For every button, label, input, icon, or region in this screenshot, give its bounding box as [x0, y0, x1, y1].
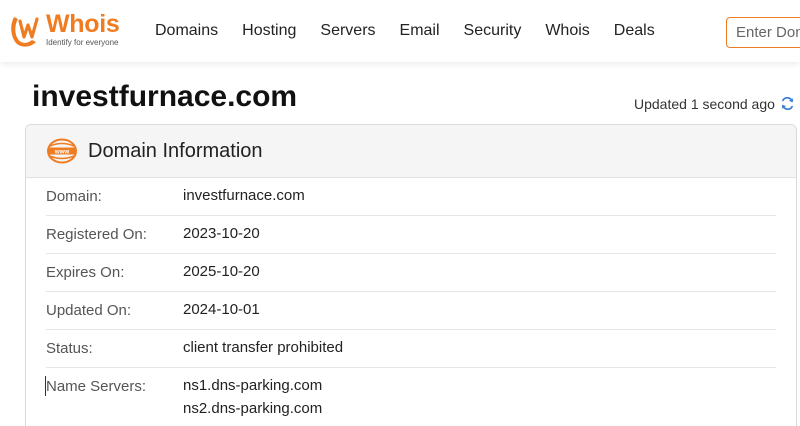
card-header: www Domain Information — [26, 125, 796, 178]
row-value: investfurnace.com — [183, 187, 305, 204]
nav-item-hosting[interactable]: Hosting — [242, 22, 296, 40]
row-label: Registered On: — [46, 226, 147, 243]
logo-tagline: Identify for everyone — [46, 38, 119, 47]
nav-item-whois[interactable]: Whois — [545, 22, 589, 40]
nav-item-security[interactable]: Security — [464, 22, 522, 40]
top-navbar: Whois Identify for everyone Domains Host… — [0, 0, 800, 62]
name-server-1: ns1.dns-parking.com — [183, 377, 323, 394]
svg-text:www: www — [54, 148, 70, 155]
row-value: 2023-10-20 — [183, 225, 260, 242]
row-value: client transfer prohibited — [183, 339, 344, 356]
row-label: Name Servers: — [46, 378, 147, 395]
info-row-domain: Domain: investfurnace.com — [46, 178, 776, 216]
page-title: investfurnace.com — [32, 80, 298, 113]
info-row-status: Status: client transfer prohibited — [46, 330, 776, 368]
card-title: Domain Information — [88, 139, 263, 162]
row-value: 2025-10-20 — [183, 263, 260, 280]
last-updated: Updated 1 second ago — [634, 95, 796, 112]
domain-info-card: www Domain Information Domain: investfur… — [25, 124, 797, 426]
nav-item-email[interactable]: Email — [400, 22, 440, 40]
refresh-icon[interactable] — [779, 95, 796, 112]
info-row-expires: Expires On: 2025-10-20 — [46, 254, 776, 292]
domain-search-input[interactable] — [726, 17, 800, 48]
row-value: 2024-10-01 — [183, 301, 260, 318]
row-label: Status: — [46, 340, 93, 357]
row-value: ns1.dns-parking.com ns2.dns-parking.com — [183, 374, 322, 420]
logo-mark-icon — [11, 17, 39, 47]
row-label: Domain: — [46, 188, 102, 205]
name-server-2: ns2.dns-parking.com — [183, 400, 323, 417]
main-nav: Domains Hosting Servers Email Security W… — [155, 0, 679, 62]
site-logo[interactable]: Whois Identify for everyone — [8, 11, 132, 51]
info-row-updated: Updated On: 2024-10-01 — [46, 292, 776, 330]
nav-item-deals[interactable]: Deals — [614, 22, 655, 40]
www-globe-icon: www — [47, 138, 77, 164]
info-row-registered: Registered On: 2023-10-20 — [46, 216, 776, 254]
last-updated-text: Updated 1 second ago — [634, 95, 775, 112]
logo-wordmark: Whois — [46, 10, 120, 38]
nav-item-servers[interactable]: Servers — [320, 22, 375, 40]
nav-item-domains[interactable]: Domains — [155, 22, 218, 40]
info-row-name-servers: Name Servers: ns1.dns-parking.com ns2.dn… — [45, 368, 776, 426]
row-label: Expires On: — [46, 264, 125, 281]
row-label: Updated On: — [46, 302, 132, 319]
